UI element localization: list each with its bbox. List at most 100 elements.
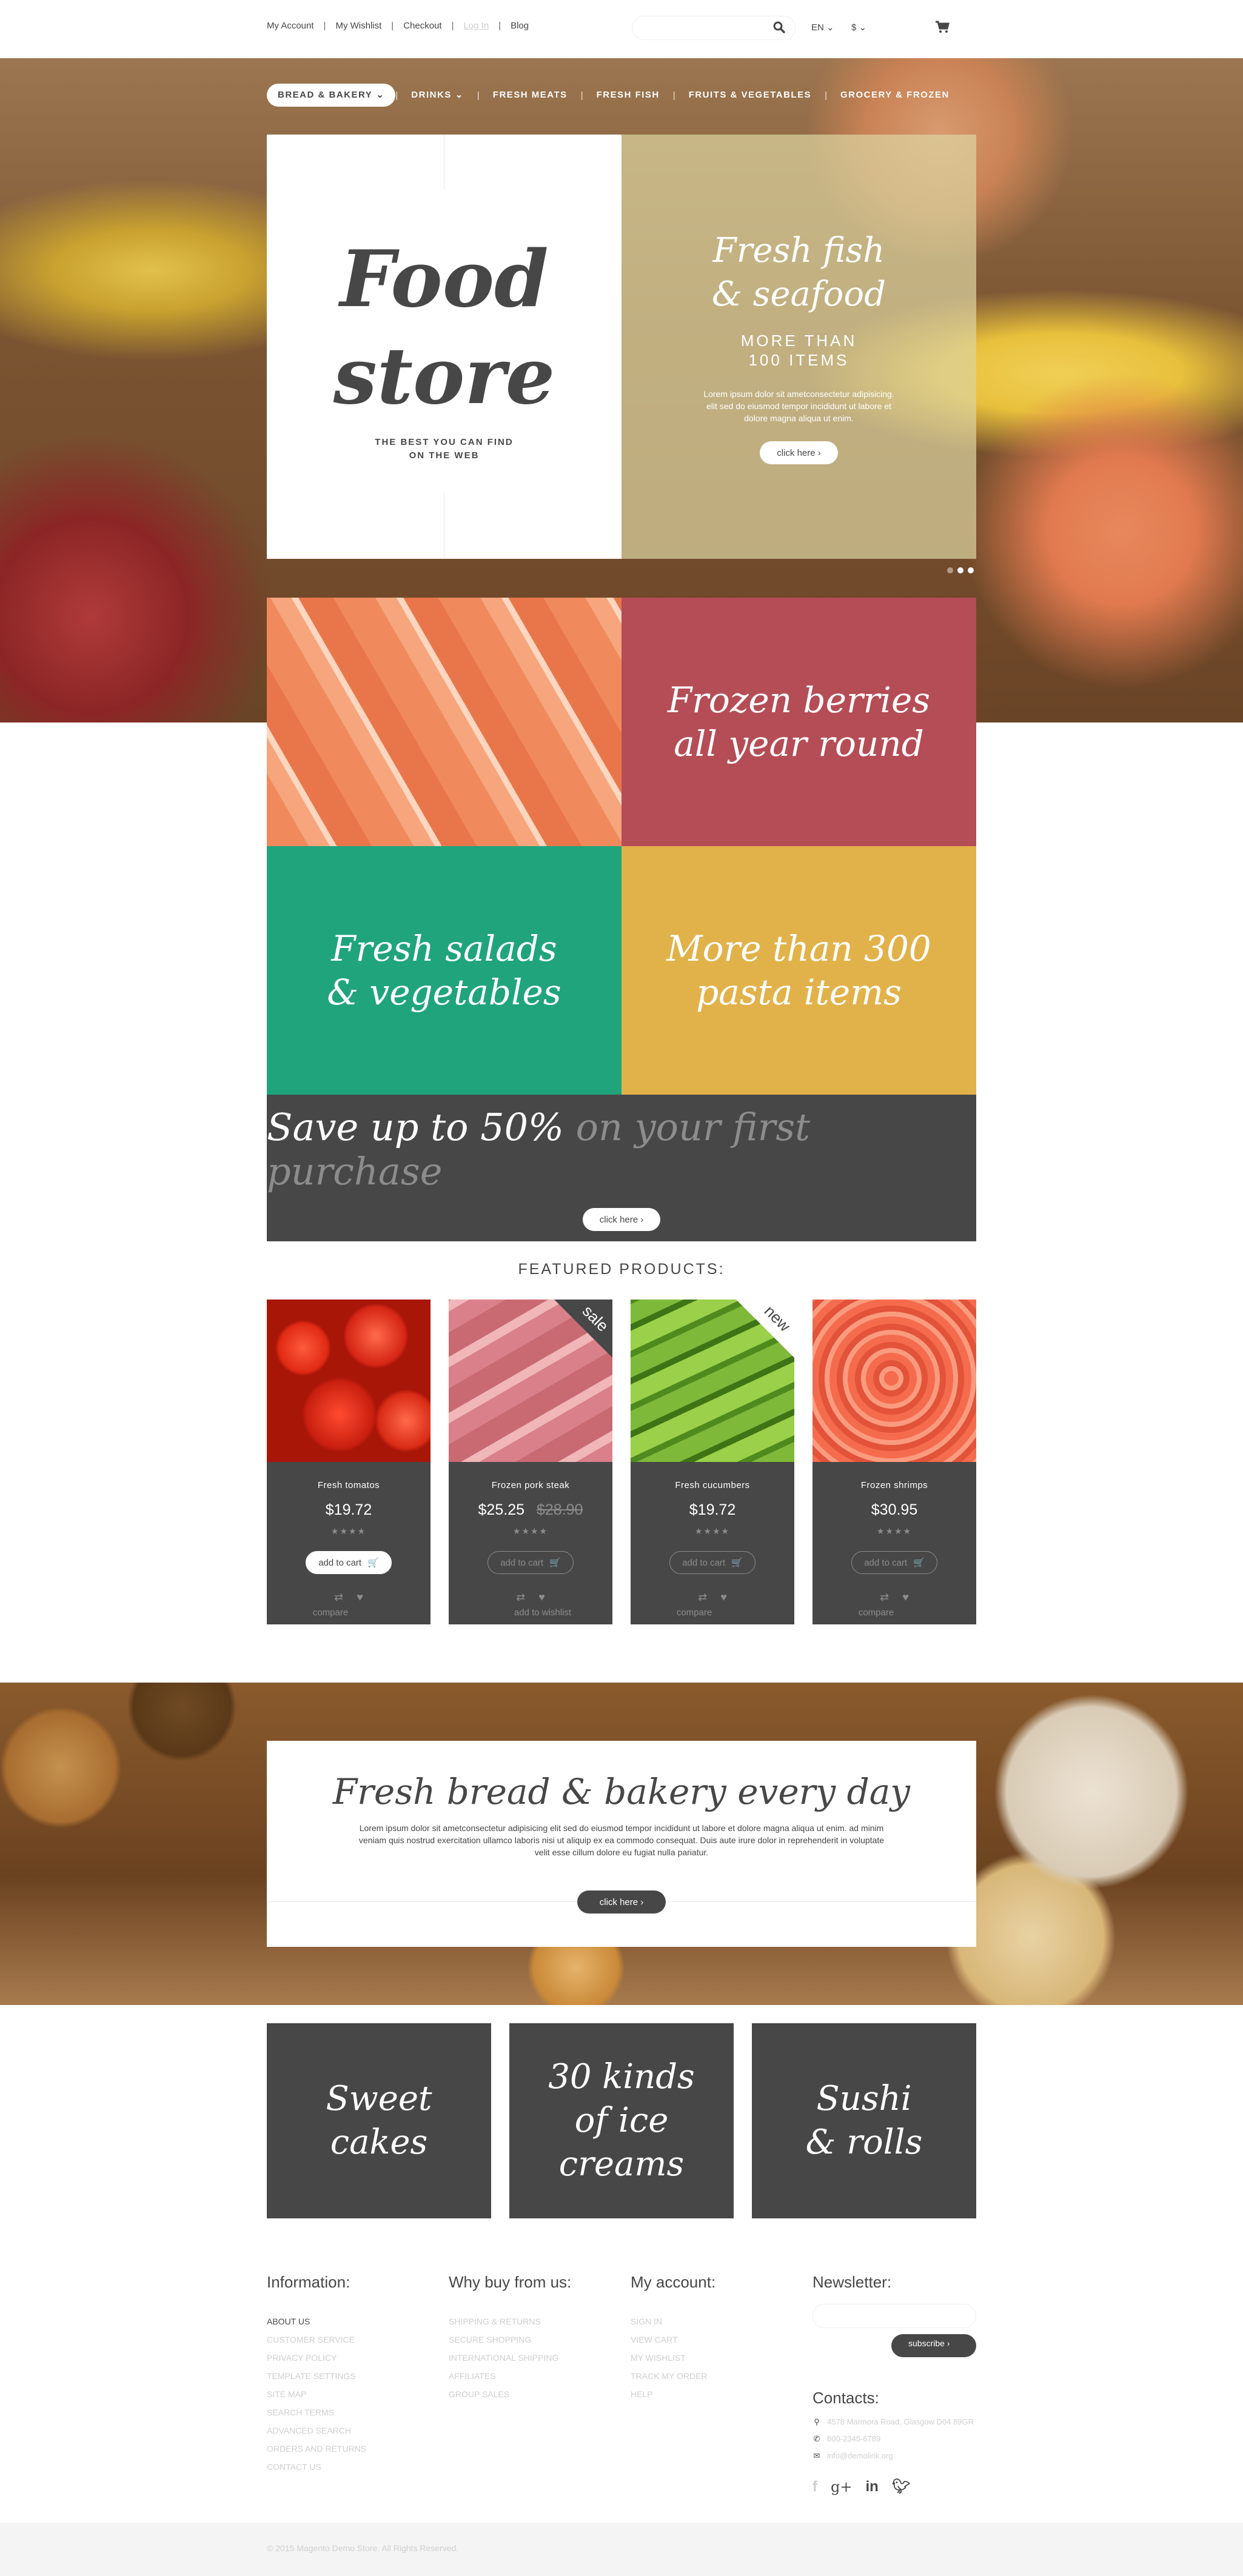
promo-fresh-salads[interactable]: Fresh salads & vegetables bbox=[267, 846, 622, 1095]
contact-email: ✉ info@demolink.org bbox=[812, 2448, 976, 2464]
log-in-link[interactable]: Log In bbox=[463, 21, 489, 31]
search-icon[interactable] bbox=[773, 21, 785, 36]
cart-button[interactable] bbox=[935, 21, 950, 37]
linkedin-icon[interactable]: in bbox=[865, 2478, 878, 2495]
price-old: $28.90 bbox=[537, 1501, 583, 1518]
compare-icon[interactable]: ⇄ bbox=[516, 1591, 525, 1604]
slide-click-here-button[interactable]: click here › bbox=[760, 441, 838, 464]
heart-icon[interactable]: ♥ bbox=[357, 1591, 363, 1604]
add-to-cart-button[interactable]: add to cart 🛒 bbox=[306, 1551, 392, 1574]
add-to-cart-button[interactable]: add to cart 🛒 bbox=[487, 1551, 574, 1574]
product-image[interactable] bbox=[267, 1300, 431, 1462]
nav-label: DRINKS bbox=[411, 90, 452, 100]
footer-link[interactable]: ABOUT US bbox=[267, 2312, 449, 2331]
footer-link[interactable]: SIGN IN bbox=[631, 2312, 812, 2331]
search-input[interactable] bbox=[642, 16, 776, 39]
product-name[interactable]: Fresh cucumbers bbox=[631, 1480, 794, 1490]
slider-dot[interactable] bbox=[957, 567, 963, 573]
footer-link[interactable]: TEMPLATE SETTINGS bbox=[267, 2367, 449, 2385]
footer-link[interactable]: SECURE SHOPPING bbox=[449, 2331, 631, 2349]
google-plus-icon[interactable]: g+ bbox=[831, 2478, 852, 2495]
slide-subtitle: MORE THAN 100 ITEMS bbox=[741, 331, 857, 370]
footer-link[interactable]: TRACK MY ORDER bbox=[631, 2367, 812, 2385]
category-ice-creams[interactable]: 30 kinds of ice creams bbox=[509, 2023, 734, 2218]
footer-link[interactable]: SITE MAP bbox=[267, 2385, 449, 2403]
hero-card: Food store THE BEST YOU CAN FIND ON THE … bbox=[267, 135, 976, 559]
heart-icon[interactable]: ♥ bbox=[902, 1591, 909, 1604]
price-current: $30.95 bbox=[871, 1501, 918, 1518]
product-image[interactable] bbox=[812, 1300, 976, 1462]
footer-link[interactable]: INTERNATIONAL SHIPPING bbox=[449, 2349, 631, 2367]
currency-selector[interactable]: $ ⌄ bbox=[851, 22, 866, 33]
currency-value: $ bbox=[851, 22, 857, 33]
social-links: f g+ in 🐦︎ bbox=[812, 2478, 976, 2495]
compare-icon[interactable]: ⇄ bbox=[880, 1591, 889, 1604]
separator: | bbox=[451, 21, 454, 31]
category-line: 30 kinds bbox=[548, 2057, 695, 2097]
footer-link[interactable]: VIEW CART bbox=[631, 2331, 812, 2349]
my-account-link[interactable]: My Account bbox=[267, 21, 314, 31]
contact-address: ⚲ 4578 Marmora Road, Glasgow D04 89GR bbox=[812, 2414, 976, 2431]
product-card: Fresh tomatos $19.72 ★★★★ add to cart 🛒 ⇄… bbox=[267, 1300, 431, 1624]
email-text[interactable]: info@demolink.org bbox=[827, 2448, 893, 2464]
category-tiles: Sweet cakes 30 kinds of ice creams Sushi & … bbox=[267, 2023, 976, 2218]
product-name[interactable]: Frozen shrimps bbox=[812, 1480, 976, 1490]
bakery-title: Fresh bread & bakery every day bbox=[332, 1771, 911, 1812]
footer-link[interactable]: SHIPPING & RETURNS bbox=[449, 2312, 631, 2331]
product-price: $25.25 $28.90 bbox=[449, 1501, 612, 1519]
blog-link[interactable]: Blog bbox=[511, 21, 529, 31]
facebook-icon[interactable]: f bbox=[812, 2478, 817, 2495]
footer-link[interactable]: GROUP SALES bbox=[449, 2385, 631, 2403]
nav-label: FRESH MEATS bbox=[492, 90, 568, 100]
nav-item-fruits-vegetables[interactable]: FRUITS & VEGETABLES bbox=[675, 84, 825, 107]
newsletter-email-input[interactable] bbox=[822, 2304, 967, 2327]
footer-link[interactable]: AFFILIATES bbox=[449, 2367, 631, 2385]
add-to-cart-button[interactable]: add to cart 🛒 bbox=[669, 1551, 756, 1574]
checkout-link[interactable]: Checkout bbox=[403, 21, 441, 31]
twitter-icon[interactable]: 🐦︎ bbox=[892, 2478, 910, 2495]
compare-icon[interactable]: ⇄ bbox=[334, 1591, 343, 1604]
footer-link[interactable]: ADVANCED SEARCH bbox=[267, 2421, 449, 2440]
product-name[interactable]: Fresh tomatos bbox=[267, 1480, 431, 1490]
save-click-here-button[interactable]: click here › bbox=[582, 1208, 661, 1231]
footer-link[interactable]: SEARCH TERMS bbox=[267, 2403, 449, 2421]
promo-pasta[interactable]: More than 300 pasta items bbox=[622, 846, 976, 1095]
footer-heading: Newsletter: bbox=[812, 2273, 892, 2291]
footer-link[interactable]: ORDERS AND RETURNS bbox=[267, 2440, 449, 2458]
slider-dot[interactable] bbox=[968, 567, 974, 573]
add-to-cart-button[interactable]: add to cart 🛒 bbox=[851, 1551, 937, 1574]
heart-icon[interactable]: ♥ bbox=[720, 1591, 727, 1604]
promo-frozen-berries[interactable]: Frozen berries all year round bbox=[622, 598, 976, 846]
cart-icon: 🛒 bbox=[731, 1558, 743, 1568]
product-card: new Fresh cucumbers $19.72 ★★★★ add to c… bbox=[631, 1300, 794, 1624]
slider-dot[interactable] bbox=[947, 567, 953, 573]
compare-icon[interactable]: ⇄ bbox=[698, 1591, 707, 1604]
nav-item-drinks[interactable]: DRINKS ⌄ bbox=[398, 84, 477, 107]
nav-item-grocery-frozen[interactable]: GROCERY & FROZEN bbox=[827, 84, 963, 107]
nav-item-fresh-fish[interactable]: FRESH FISH bbox=[583, 84, 673, 107]
category-sushi-rolls[interactable]: Sushi & rolls bbox=[752, 2023, 976, 2218]
nav-item-bread-bakery[interactable]: BREAD & BAKERY ⌄ bbox=[267, 84, 396, 107]
bakery-click-here-button[interactable]: click here › bbox=[577, 1890, 666, 1914]
my-wishlist-link[interactable]: My Wishlist bbox=[335, 21, 381, 31]
category-sweet-cakes[interactable]: Sweet cakes bbox=[267, 2023, 491, 2218]
nav-label: FRUITS & VEGETABLES bbox=[688, 90, 812, 100]
nav-label: FRESH FISH bbox=[596, 90, 660, 100]
category-line: Sweet bbox=[326, 2079, 432, 2118]
footer-link[interactable]: CUSTOMER SERVICE bbox=[267, 2331, 449, 2349]
newsletter-field bbox=[812, 2304, 976, 2328]
footer-link[interactable]: MY WISHLIST bbox=[631, 2349, 812, 2367]
separator: | bbox=[391, 21, 394, 31]
slide-title-line: Fresh fish bbox=[712, 231, 885, 270]
footer-link[interactable]: PRIVACY POLICY bbox=[267, 2349, 449, 2367]
footer-link[interactable]: HELP bbox=[631, 2385, 812, 2403]
product-name[interactable]: Frozen pork steak bbox=[449, 1480, 612, 1490]
footer-link[interactable]: CONTACT US bbox=[267, 2458, 449, 2476]
product-price: $19.72 bbox=[267, 1501, 431, 1519]
salmon-image-tile[interactable] bbox=[267, 598, 622, 846]
language-selector[interactable]: EN ⌄ bbox=[811, 22, 834, 33]
product-card: sale Frozen pork steak $25.25 $28.90 ★★★★… bbox=[449, 1300, 612, 1624]
subscribe-button[interactable]: subscribe › bbox=[891, 2334, 976, 2357]
heart-icon[interactable]: ♥ bbox=[538, 1591, 545, 1604]
nav-item-fresh-meats[interactable]: FRESH MEATS bbox=[480, 84, 581, 107]
